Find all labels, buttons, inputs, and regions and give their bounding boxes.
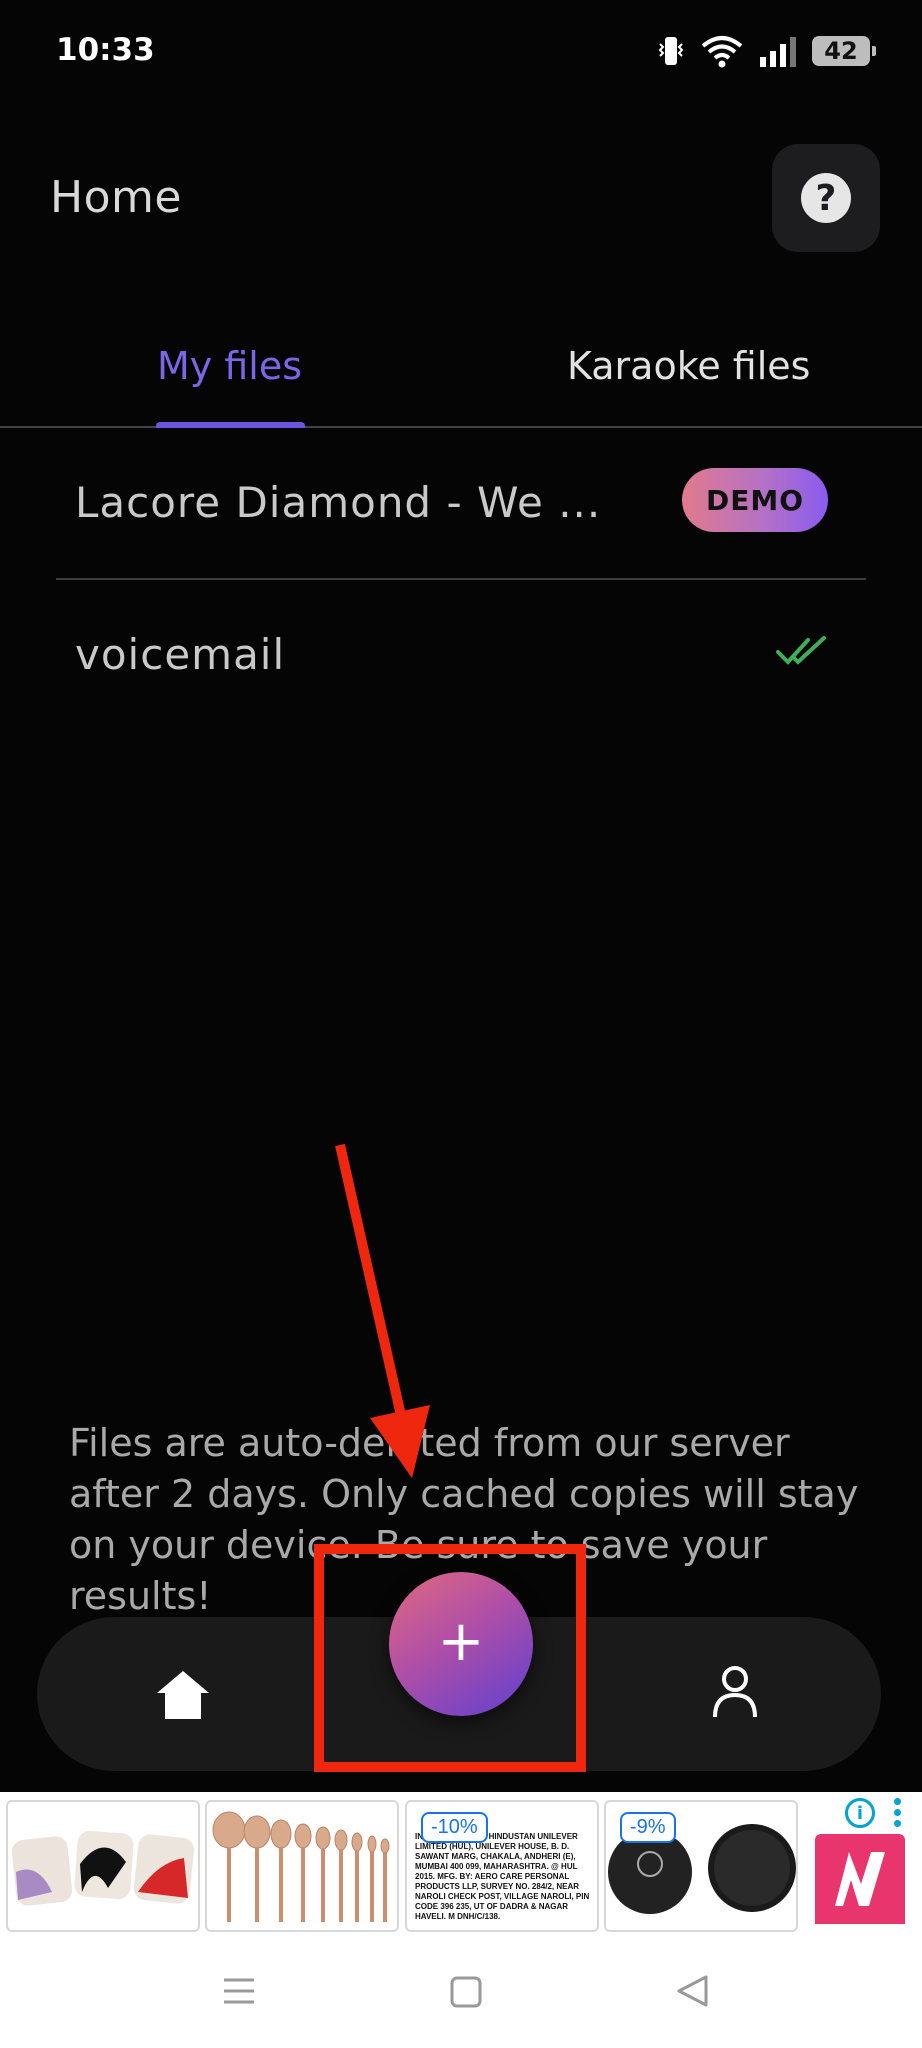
system-nav-bar [0, 1932, 922, 2048]
help-icon: ? [801, 173, 851, 223]
ad-item-brush-set[interactable] [205, 1800, 399, 1932]
discount-badge: -10% [421, 1812, 488, 1843]
brush-set-image [212, 1811, 390, 1922]
wifi-icon [701, 36, 743, 68]
file-row[interactable]: Lacore Diamond - We ... DEMO [56, 430, 866, 580]
ad-menu-icon[interactable] [894, 1798, 904, 1832]
ad-info-icon[interactable]: i [845, 1798, 875, 1828]
tabs: My files Karaoke files [0, 330, 922, 428]
status-icons: 42 [656, 34, 876, 68]
ad-banner[interactable]: IN INDIA. MFD. BY: HINDUSTAN UNILEVER LI… [0, 1792, 922, 1966]
help-button[interactable]: ? [772, 144, 880, 252]
file-name: Lacore Diamond - We ... [75, 478, 602, 527]
file-row[interactable]: voicemail [56, 582, 866, 732]
active-tab-indicator [156, 422, 305, 428]
app: 10:33 42 Home ? My files Karaoke files L… [0, 0, 922, 1792]
system-home-icon[interactable] [450, 1976, 482, 2008]
status-time: 10:33 [56, 32, 155, 68]
vibrate-icon [658, 37, 684, 65]
screen: 10:33 42 Home ? My files Karaoke files L… [0, 0, 922, 2048]
system-back-icon[interactable] [676, 1974, 708, 2008]
home-icon[interactable] [155, 1669, 211, 1721]
tab-my-files[interactable]: My files [157, 344, 302, 388]
ad-item-label[interactable]: IN INDIA. MFD. BY: HINDUSTAN UNILEVER LI… [405, 1800, 599, 1932]
annotation-highlight-box [314, 1544, 586, 1772]
ad-item-sponges[interactable] [6, 1800, 200, 1932]
double-check-icon [776, 636, 826, 665]
demo-badge: DEMO [682, 468, 828, 532]
sponges-image [11, 1830, 195, 1906]
profile-icon[interactable] [712, 1665, 758, 1719]
ad-label-text: IN INDIA. MFD. BY: HINDUSTAN UNILEVER LI… [415, 1832, 590, 1921]
signal-icon [760, 37, 796, 67]
file-name: voicemail [75, 630, 286, 679]
tab-karaoke-files[interactable]: Karaoke files [567, 344, 810, 388]
brand-logo-image [815, 1834, 905, 1924]
discount-badge: -9% [620, 1812, 676, 1843]
ad-item-compact[interactable]: -9% [604, 1800, 798, 1932]
battery-icon: 42 [812, 36, 876, 66]
recent-apps-icon[interactable] [222, 1976, 256, 2006]
page-title: Home [50, 172, 182, 223]
